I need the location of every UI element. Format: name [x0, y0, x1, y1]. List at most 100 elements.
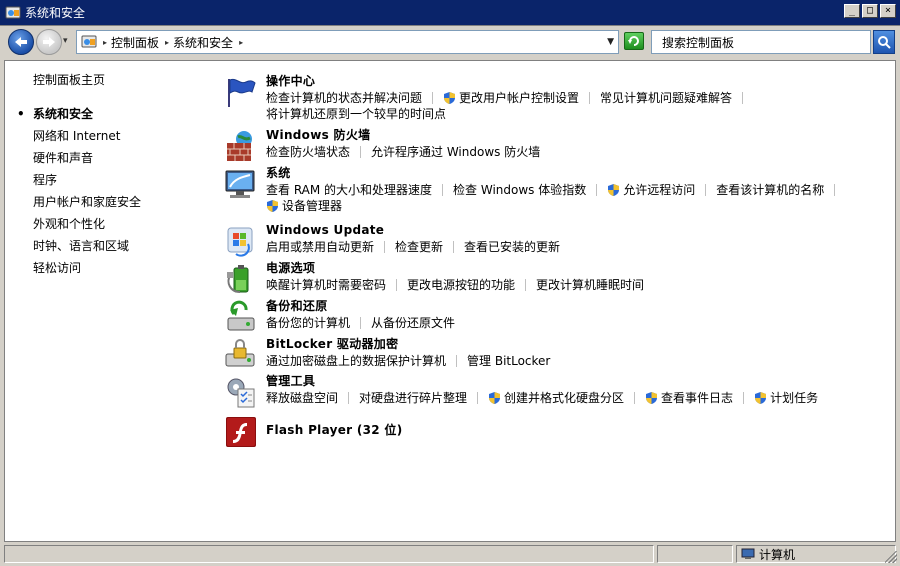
link-installed-updates[interactable]: 查看已安装的更新 [464, 239, 560, 255]
link-wake-password[interactable]: 唤醒计算机时需要密码 [266, 277, 386, 293]
sidebar: 控制面板主页 系统和安全 网络和 Internet 硬件和声音 程序 用户帐户和… [5, 61, 215, 541]
search-placeholder: 搜索控制面板 [662, 35, 735, 50]
chevron-right-icon[interactable]: ▸ [165, 38, 169, 47]
maximize-button[interactable]: □ [862, 4, 878, 18]
chevron-right-icon[interactable]: ▸ [239, 38, 243, 47]
address-bar[interactable]: ▸ 控制面板 ▸ 系统和安全 ▸ ▼ [76, 30, 619, 54]
link-label: 更改用户帐户控制设置 [459, 91, 580, 105]
search-icon [878, 36, 891, 49]
section-title-system[interactable]: 系统 [266, 165, 886, 182]
control-panel-icon [81, 35, 97, 48]
admin-tools-icon [227, 378, 255, 408]
divider [384, 241, 386, 253]
status-cell [657, 545, 733, 563]
status-bar: 计算机 [0, 542, 900, 566]
link-label: 设备管理器 [282, 199, 343, 213]
sidebar-item-system-security[interactable]: 系统和安全 [17, 103, 141, 125]
link-disk-cleanup[interactable]: 释放磁盘空间 [266, 390, 338, 406]
back-button[interactable] [8, 29, 34, 55]
link-event-log[interactable]: 查看事件日志 [645, 390, 733, 406]
link-disk-partitions[interactable]: 创建并格式化硬盘分区 [488, 390, 624, 406]
divider [596, 184, 598, 196]
section-title-backup[interactable]: 备份和还原 [266, 298, 886, 315]
link-system-restore[interactable]: 将计算机还原到一个较早的时间点 [266, 106, 446, 122]
link-check-status[interactable]: 检查计算机的状态并解决问题 [266, 90, 422, 106]
link-remote-access[interactable]: 允许远程访问 [607, 182, 695, 198]
section-title-action-center[interactable]: 操作中心 [266, 73, 886, 90]
forward-button[interactable] [36, 29, 62, 55]
link-manage-bitlocker[interactable]: 管理 BitLocker [467, 353, 550, 369]
close-button[interactable]: × [880, 4, 896, 18]
link-auto-update[interactable]: 启用或禁用自动更新 [266, 239, 374, 255]
section-title-admin-tools[interactable]: 管理工具 [266, 373, 886, 390]
content-area: 控制面板主页 系统和安全 网络和 Internet 硬件和声音 程序 用户帐户和… [4, 60, 896, 542]
shield-icon [646, 392, 658, 404]
link-device-manager[interactable]: 设备管理器 [266, 198, 342, 214]
divider [742, 92, 744, 104]
arrow-left-icon [15, 37, 27, 47]
resize-grip[interactable] [885, 551, 897, 563]
search-button[interactable] [873, 30, 895, 54]
recent-pages-dropdown[interactable]: ▾ [63, 36, 73, 48]
breadcrumb-control-panel[interactable]: 控制面板 [111, 34, 159, 51]
link-check-updates[interactable]: 检查更新 [395, 239, 443, 255]
link-encrypt-disk[interactable]: 通过加密磁盘上的数据保护计算机 [266, 353, 446, 369]
windows-update-icon [227, 227, 253, 257]
link-troubleshooting[interactable]: 常见计算机问题疑难解答 [600, 90, 732, 106]
link-backup-computer[interactable]: 备份您的计算机 [266, 315, 350, 331]
sidebar-item-hardware[interactable]: 硬件和声音 [33, 147, 141, 169]
link-experience-index[interactable]: 检查 Windows 体验指数 [453, 182, 586, 198]
divider [834, 184, 836, 196]
link-uac-settings[interactable]: 更改用户帐户控制设置 [443, 90, 579, 106]
section-title-windows-update[interactable]: Windows Update [266, 222, 886, 239]
link-label: 创建并格式化硬盘分区 [504, 391, 625, 405]
chevron-down-icon: ▾ [63, 36, 68, 46]
minimize-button[interactable]: _ [844, 4, 860, 18]
arrow-right-icon [43, 37, 55, 47]
shield-icon [489, 392, 501, 404]
sidebar-item-network[interactable]: 网络和 Internet [33, 125, 141, 147]
section-title-bitlocker[interactable]: BitLocker 驱动器加密 [266, 336, 886, 353]
sidebar-item-user-accounts[interactable]: 用户帐户和家庭安全 [33, 191, 141, 213]
section-title-power[interactable]: 电源选项 [266, 260, 886, 277]
link-label: 计划任务 [770, 391, 819, 405]
divider [348, 392, 350, 404]
section-title-flash-player[interactable]: Flash Player (32 位) [266, 422, 886, 439]
address-dropdown-icon[interactable]: ▼ [607, 37, 614, 47]
link-scheduled-tasks[interactable]: 计划任务 [754, 390, 818, 406]
divider [477, 392, 479, 404]
section-title-firewall[interactable]: Windows 防火墙 [266, 127, 886, 144]
breadcrumb-system-security[interactable]: 系统和安全 [173, 34, 233, 51]
link-ram-processor[interactable]: 查看 RAM 的大小和处理器速度 [266, 182, 432, 198]
sidebar-home-link[interactable]: 控制面板主页 [33, 71, 105, 88]
search-input[interactable]: 搜索控制面板 [651, 30, 871, 54]
divider [456, 355, 458, 367]
link-restore-files[interactable]: 从备份还原文件 [371, 315, 455, 331]
refresh-button[interactable] [624, 32, 644, 50]
link-power-button[interactable]: 更改电源按钮的功能 [407, 277, 515, 293]
link-defragment[interactable]: 对硬盘进行碎片整理 [359, 390, 467, 406]
shield-icon [608, 184, 620, 196]
status-location: 计算机 [736, 545, 896, 563]
link-sleep-time[interactable]: 更改计算机睡眠时间 [536, 277, 644, 293]
shield-icon [267, 200, 278, 212]
link-label: 允许远程访问 [623, 183, 696, 197]
window-controls: _ □ × [844, 4, 896, 18]
sidebar-item-appearance[interactable]: 外观和个性化 [33, 213, 141, 235]
power-icon [227, 265, 249, 293]
refresh-icon [628, 36, 639, 46]
divider [396, 279, 398, 291]
bitlocker-icon [225, 339, 255, 367]
link-firewall-status[interactable]: 检查防火墙状态 [266, 144, 350, 160]
divider [743, 392, 745, 404]
sidebar-item-ease-of-access[interactable]: 轻松访问 [33, 257, 141, 279]
chevron-right-icon[interactable]: ▸ [103, 38, 107, 47]
link-label: 查看事件日志 [661, 391, 734, 405]
link-allow-program[interactable]: 允许程序通过 Windows 防火墙 [371, 144, 540, 160]
sidebar-item-programs[interactable]: 程序 [33, 169, 141, 191]
divider [360, 317, 362, 329]
link-computer-name[interactable]: 查看该计算机的名称 [716, 182, 824, 198]
sidebar-item-clock-language[interactable]: 时钟、语言和区域 [33, 235, 141, 257]
flash-player-icon [226, 417, 256, 447]
divider [453, 241, 455, 253]
